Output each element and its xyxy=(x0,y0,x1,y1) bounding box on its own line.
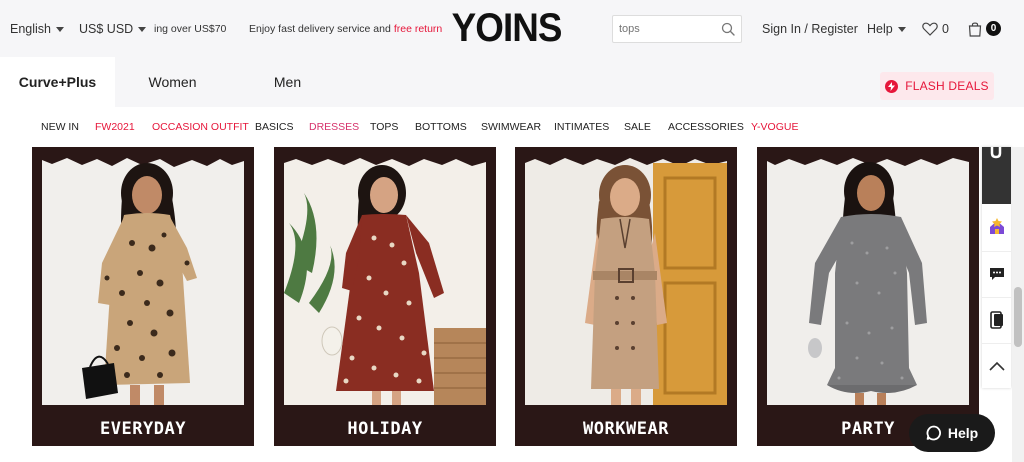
top-bar: English US$ USD ing over US$70 Enjoy fas… xyxy=(0,0,1024,57)
toolbar-header xyxy=(982,147,1011,204)
coupon-icon[interactable] xyxy=(982,147,1011,167)
product-label: EVERYDAY xyxy=(100,419,186,439)
help-chat-label: Help xyxy=(947,425,979,441)
category-basics[interactable]: BASICS xyxy=(255,107,294,147)
currency-label: US$ USD xyxy=(79,21,134,36)
category-y-vogue[interactable]: Y-VOGUE xyxy=(751,107,798,147)
product-image xyxy=(42,153,244,405)
search-box xyxy=(612,15,742,43)
category-dresses[interactable]: DRESSES xyxy=(309,107,359,147)
scrollbar-thumb[interactable] xyxy=(1014,287,1022,347)
floating-toolbar xyxy=(982,147,1011,388)
signin-register-link[interactable]: Sign In / Register xyxy=(762,0,858,57)
points-button[interactable] xyxy=(982,204,1011,249)
category-new-in[interactable]: NEW IN xyxy=(41,107,79,147)
site-logo[interactable]: YOINS xyxy=(452,8,563,48)
product-image xyxy=(767,153,969,405)
cart-button[interactable]: 0 xyxy=(967,0,1001,57)
tab-women[interactable]: Women xyxy=(115,57,230,107)
product-label: HOLIDAY xyxy=(347,419,423,439)
category-bottoms[interactable]: BOTTOMS xyxy=(415,107,467,147)
lightning-icon xyxy=(885,79,899,93)
product-image xyxy=(525,153,727,405)
product-card-party[interactable]: PARTY xyxy=(757,147,979,446)
shopping-bag-icon xyxy=(968,21,982,37)
product-card-everyday[interactable]: EVERYDAY xyxy=(32,147,254,446)
product-card-holiday[interactable]: HOLIDAY xyxy=(274,147,496,446)
category-menu: NEW IN FW2021 OCCASION OUTFIT BASICS DRE… xyxy=(0,107,1024,147)
tab-men[interactable]: Men xyxy=(230,57,345,107)
wishlist-count: 0 xyxy=(942,21,949,36)
category-occasion-outfit[interactable]: OCCASION OUTFIT xyxy=(152,107,249,147)
category-tops[interactable]: TOPS xyxy=(370,107,398,147)
currency-selector[interactable]: US$ USD xyxy=(79,0,147,57)
chat-icon xyxy=(989,268,1004,280)
shipping-promo: ing over US$70 xyxy=(154,22,227,35)
category-swimwear[interactable]: SWIMWEAR xyxy=(481,107,541,147)
product-card-workwear[interactable]: WORKWEAR xyxy=(515,147,737,446)
delivery-promo-text: Enjoy fast delivery service and xyxy=(249,22,391,35)
scrollbar[interactable] xyxy=(1012,147,1024,462)
product-image xyxy=(284,153,486,405)
back-to-top-button[interactable] xyxy=(982,343,1011,388)
chevron-down-icon xyxy=(897,26,906,32)
chat-bubble-icon xyxy=(926,425,941,441)
chevron-down-icon xyxy=(56,26,64,32)
cart-count-badge: 0 xyxy=(986,21,1001,36)
main-nav: Curve+Plus Women Men FLASH DEALS xyxy=(0,57,1024,107)
product-label: WORKWEAR xyxy=(583,419,669,439)
chat-button[interactable] xyxy=(982,251,1011,296)
help-menu-label: Help xyxy=(867,21,893,36)
wishlist-button[interactable]: 0 xyxy=(922,0,949,57)
language-label: English xyxy=(10,21,51,36)
chevron-up-icon xyxy=(988,361,1005,371)
flash-deals-button[interactable]: FLASH DEALS xyxy=(880,72,994,100)
delivery-promo[interactable]: Enjoy fast delivery service and free ret… xyxy=(249,0,442,57)
category-sale[interactable]: SALE xyxy=(624,107,651,147)
flash-deals-label: FLASH DEALS xyxy=(905,79,989,93)
language-selector[interactable]: English xyxy=(10,0,64,57)
help-chat-button[interactable]: Help xyxy=(909,414,995,452)
category-intimates[interactable]: INTIMATES xyxy=(554,107,609,147)
search-icon[interactable] xyxy=(721,22,735,36)
mobile-phone-icon xyxy=(989,311,1003,329)
tab-curve-plus[interactable]: Curve+Plus xyxy=(0,57,115,107)
chevron-down-icon xyxy=(138,26,147,32)
free-return-text: free return xyxy=(393,22,443,35)
heart-icon xyxy=(922,22,938,36)
help-menu[interactable]: Help xyxy=(867,0,906,57)
app-download-button[interactable] xyxy=(982,297,1011,342)
search-input[interactable] xyxy=(613,16,717,42)
category-fw2021[interactable]: FW2021 xyxy=(95,107,135,147)
house-gift-icon xyxy=(989,217,1004,234)
category-accessories[interactable]: ACCESSORIES xyxy=(668,107,744,147)
